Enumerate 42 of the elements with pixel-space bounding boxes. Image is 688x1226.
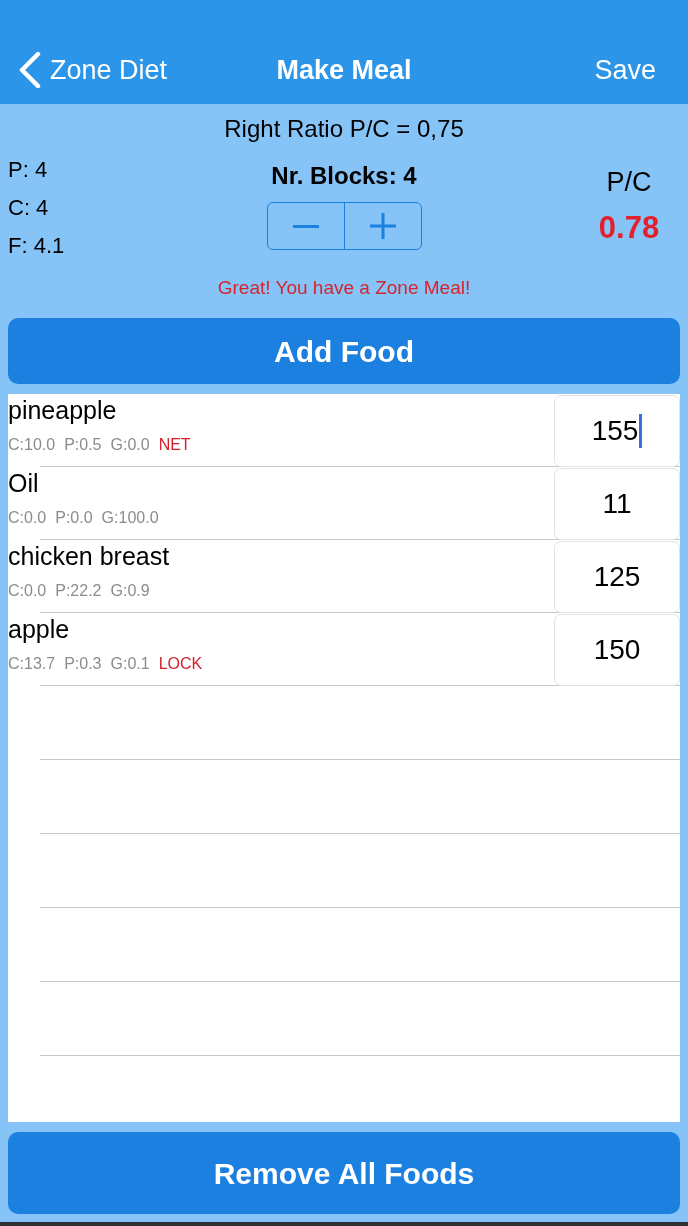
decrease-button[interactable]	[266, 202, 345, 250]
nutrient-value: P:22.2	[55, 581, 102, 601]
quantity-field[interactable]: 150	[554, 614, 680, 686]
food-tag: LOCK	[158, 654, 203, 674]
food-name: Oil	[8, 468, 40, 498]
food-row[interactable]: Oil C:0.0 P:0.0 G:100.0 11	[8, 467, 680, 540]
remove-all-button[interactable]: Remove All Foods	[8, 1132, 680, 1214]
chevron-left-icon	[18, 52, 42, 88]
nutrient-value: G:0.0	[110, 435, 150, 455]
blocks-count: Nr. Blocks: 4	[271, 161, 417, 191]
nutrient-value: P:0.5	[64, 435, 102, 455]
quantity-field[interactable]: 11	[554, 468, 680, 540]
macro-count: P: 4	[8, 156, 49, 184]
macro-count: F: 4.1	[8, 232, 66, 260]
food-row[interactable]: apple C:13.7 P:0.3 G:0.1 LOCK 150	[8, 613, 680, 686]
quantity-field[interactable]: 125	[554, 541, 680, 613]
nutrient-value: P:0.3	[64, 654, 102, 674]
food-row[interactable]: chicken breast C:0.0 P:22.2 G:0.9 125	[8, 540, 680, 613]
ratio-value: 0.78	[597, 210, 661, 246]
plus-icon	[369, 213, 396, 239]
status-message: Great! You have a Zone Meal!	[216, 276, 472, 300]
ratio-label: P/C	[605, 166, 653, 198]
food-tag: NET	[158, 435, 191, 455]
nutrient-value: G:0.1	[110, 654, 150, 674]
nutrient-value: C:13.7	[8, 654, 56, 674]
add-food-button[interactable]: Add Food	[8, 318, 680, 384]
food-name: apple	[8, 614, 71, 644]
nutrient-value: G:0.9	[110, 581, 150, 601]
macro-count: C: 4	[8, 194, 50, 222]
nutrient-value: G:100.0	[101, 508, 159, 528]
nutrient-value: C:10.0	[8, 435, 56, 455]
food-name: chicken breast	[8, 541, 171, 571]
quantity-field[interactable]: 155	[554, 395, 680, 467]
nutrient-value: P:0.0	[55, 508, 93, 528]
food-name: pineapple	[8, 395, 118, 425]
nutrient-value: C:0.0	[8, 581, 47, 601]
food-row[interactable]: pineapple C:10.0 P:0.5 G:0.0 NET 155	[8, 394, 680, 467]
screen-title: Make Meal	[276, 54, 412, 87]
increase-button[interactable]	[343, 202, 422, 250]
nutrient-value: C:0.0	[8, 508, 47, 528]
minus-icon	[292, 224, 319, 228]
target-ratio-text: Right Ratio P/C = 0,75	[223, 114, 465, 144]
